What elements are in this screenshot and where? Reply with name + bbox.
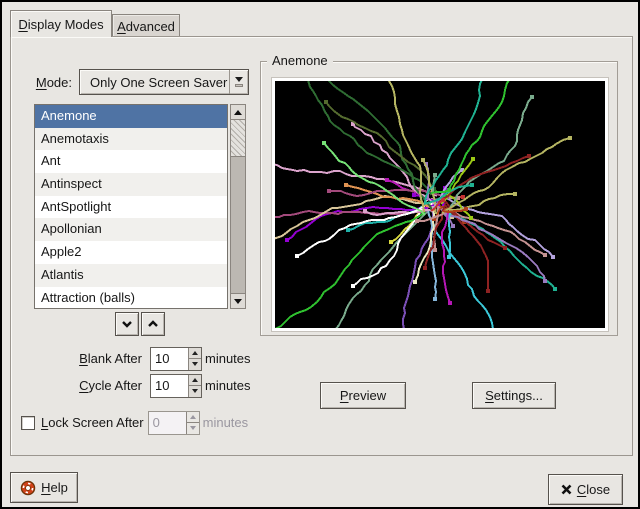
chevron-up-icon — [146, 317, 160, 331]
blank-after-unit: minutes — [205, 351, 251, 366]
list-item[interactable]: Apollonian — [35, 218, 227, 241]
lock-screen-checkbox[interactable] — [21, 416, 35, 430]
mode-dropdown-value: Only One Screen Saver — [80, 75, 229, 90]
settings-button[interactable]: Settings... — [472, 382, 556, 409]
mode-row: Mode: Only One Screen Saver — [32, 69, 249, 95]
lock-screen-spinner: 0 — [148, 411, 200, 435]
lock-screen-decrement — [187, 422, 199, 434]
scrollbar-up-arrow[interactable] — [230, 104, 246, 120]
blank-after-increment[interactable] — [189, 348, 201, 359]
cycle-after-spinner[interactable]: 10 — [150, 374, 202, 398]
scrollbar-down-arrow[interactable] — [230, 293, 246, 309]
blank-after-spinner[interactable]: 10 — [150, 347, 202, 371]
close-button[interactable]: Close — [548, 474, 623, 505]
list-item[interactable]: Anemotaxis — [35, 128, 227, 151]
lock-screen-label: Lock Screen After — [41, 415, 144, 430]
life-buoy-icon — [20, 480, 36, 496]
list-item[interactable]: Attraction (balls) — [35, 287, 227, 310]
move-down-button[interactable] — [115, 312, 139, 336]
blank-after-value: 10 — [151, 348, 188, 370]
list-item[interactable]: Atlantis — [35, 264, 227, 287]
preview-frame — [271, 77, 609, 332]
tab-advanced[interactable]: Advanced — [112, 14, 180, 37]
lock-screen-unit: minutes — [203, 415, 249, 430]
help-button[interactable]: Help — [10, 472, 78, 503]
list-item[interactable]: AntSpotlight — [35, 196, 227, 219]
mode-dropdown[interactable]: Only One Screen Saver — [79, 69, 249, 95]
close-x-icon — [561, 484, 572, 495]
lock-screen-increment — [187, 412, 199, 423]
dropdown-arrow-icon — [229, 70, 248, 94]
xscreensaver-preferences-window: Display Modes Advanced Mode: Only One Sc… — [0, 0, 640, 509]
list-item[interactable]: Antinspect — [35, 173, 227, 196]
preview-button[interactable]: Preview — [320, 382, 406, 409]
list-item[interactable]: Anemone — [35, 105, 227, 128]
lock-screen-row: Lock Screen After 0 minutes — [21, 410, 248, 435]
tab-label: D — [18, 17, 27, 32]
cycle-after-label: Cycle After — [27, 378, 142, 393]
move-up-button[interactable] — [141, 312, 165, 336]
blank-after-label: Blank After — [27, 351, 142, 366]
list-item[interactable]: Ant — [35, 150, 227, 173]
cycle-after-decrement[interactable] — [189, 385, 201, 397]
lock-screen-value: 0 — [149, 412, 186, 434]
cycle-after-increment[interactable] — [189, 375, 201, 386]
screensaver-preview — [275, 81, 605, 328]
tab-display-modes[interactable]: Display Modes — [10, 10, 112, 37]
anemone-preview-image — [275, 81, 605, 328]
list-scrollbar[interactable] — [230, 104, 246, 309]
mode-label: Mode: — [32, 75, 72, 90]
scrollbar-thumb[interactable] — [230, 119, 246, 157]
cycle-after-value: 10 — [151, 375, 188, 397]
preview-title: Anemone — [267, 53, 333, 68]
up-arrow-icon — [234, 110, 242, 115]
down-arrow-icon — [234, 299, 242, 304]
blank-after-row: Blank After 10 minutes — [27, 346, 251, 371]
cycle-after-unit: minutes — [205, 378, 251, 393]
chevron-down-icon — [120, 317, 134, 331]
blank-after-decrement[interactable] — [189, 358, 201, 370]
screensaver-list[interactable]: AnemoneAnemotaxisAntAntinspectAntSpotlig… — [34, 104, 228, 309]
preview-groupbox: Anemone — [260, 61, 618, 336]
list-item[interactable]: Apple2 — [35, 241, 227, 264]
cycle-after-row: Cycle After 10 minutes — [27, 373, 251, 398]
list-reorder-buttons — [115, 312, 167, 336]
